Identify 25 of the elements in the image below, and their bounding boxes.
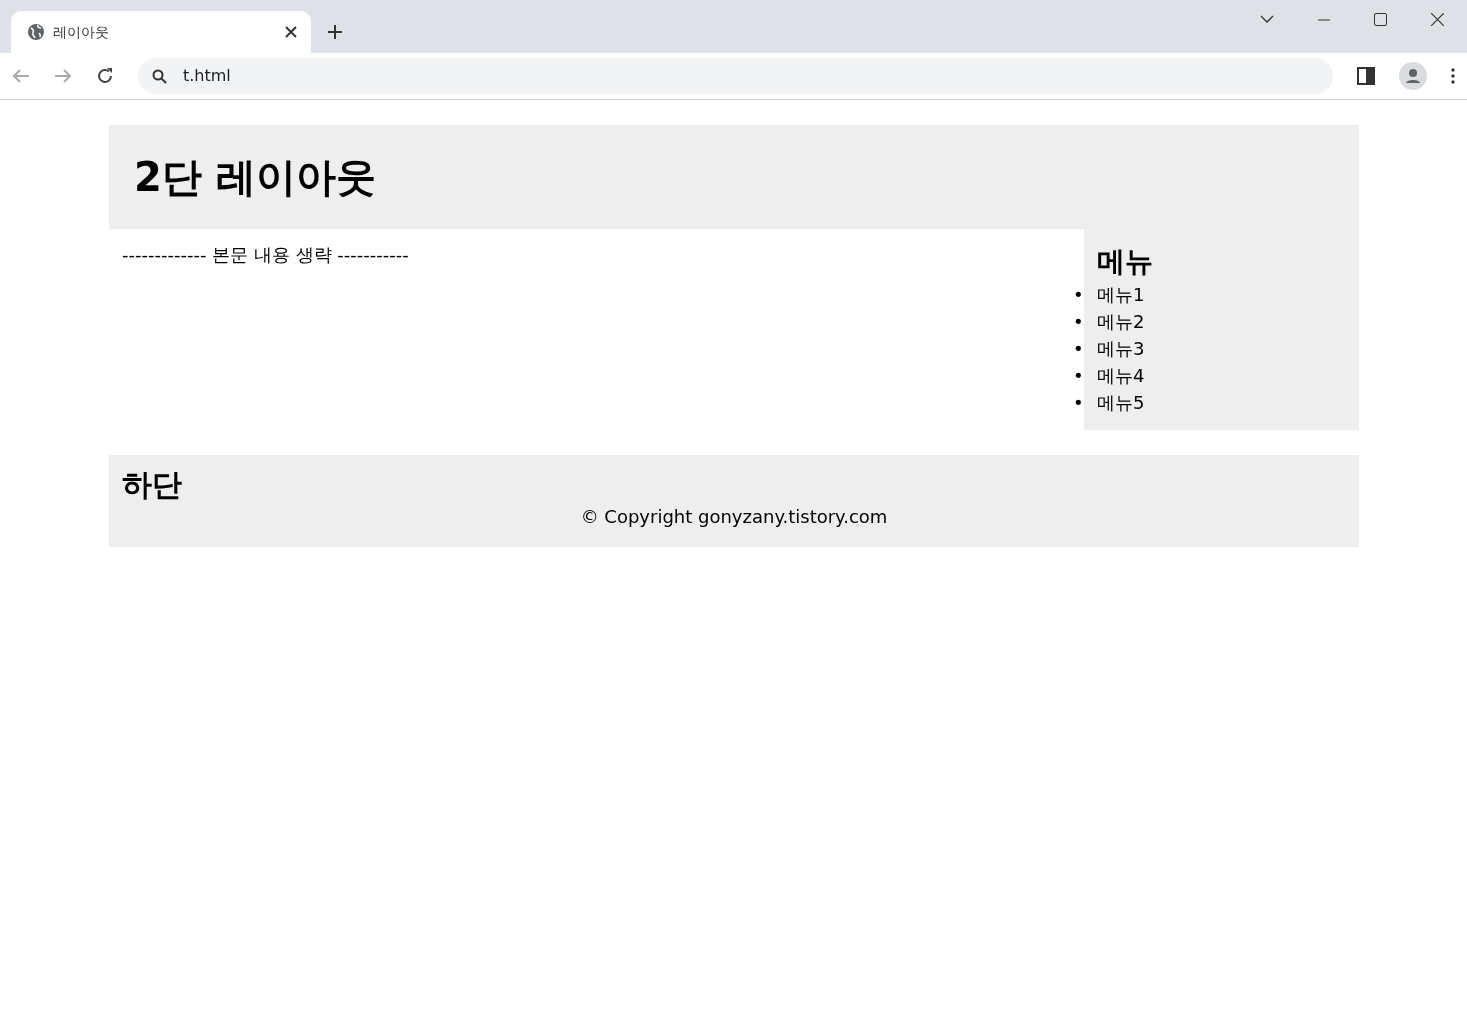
- body-text: ------------- 본문 내용 생략 -----------: [122, 244, 409, 265]
- close-icon[interactable]: [1431, 13, 1444, 26]
- copyright-text: © Copyright gonyzany.tistory.com: [580, 506, 888, 527]
- bullet: •: [1073, 309, 1085, 334]
- bullet: •: [1073, 390, 1085, 415]
- globe-icon: [27, 23, 45, 41]
- menu-icon[interactable]: [1451, 68, 1455, 84]
- page-title: 2단 레이아웃: [134, 153, 376, 201]
- maximize-icon[interactable]: [1374, 13, 1387, 26]
- search-icon: [152, 68, 167, 84]
- plus-icon[interactable]: [327, 24, 343, 40]
- url-text: t.html: [183, 65, 231, 87]
- reload-icon[interactable]: [96, 67, 114, 85]
- browser-tab[interactable]: 레이아웃: [11, 11, 311, 53]
- tab-title: 레이아웃: [53, 22, 110, 42]
- bullet: •: [1073, 363, 1085, 388]
- sidebar-title: 메뉴: [1097, 245, 1154, 279]
- avatar-icon[interactable]: [1399, 62, 1427, 90]
- close-icon[interactable]: [285, 26, 297, 38]
- side-panel-icon[interactable]: [1357, 67, 1375, 85]
- bullet: •: [1073, 336, 1085, 361]
- address-bar[interactable]: t.html: [138, 58, 1333, 94]
- footer-title: 하단: [122, 467, 183, 503]
- chevron-down-icon[interactable]: [1260, 14, 1274, 24]
- bullet: •: [1073, 282, 1085, 307]
